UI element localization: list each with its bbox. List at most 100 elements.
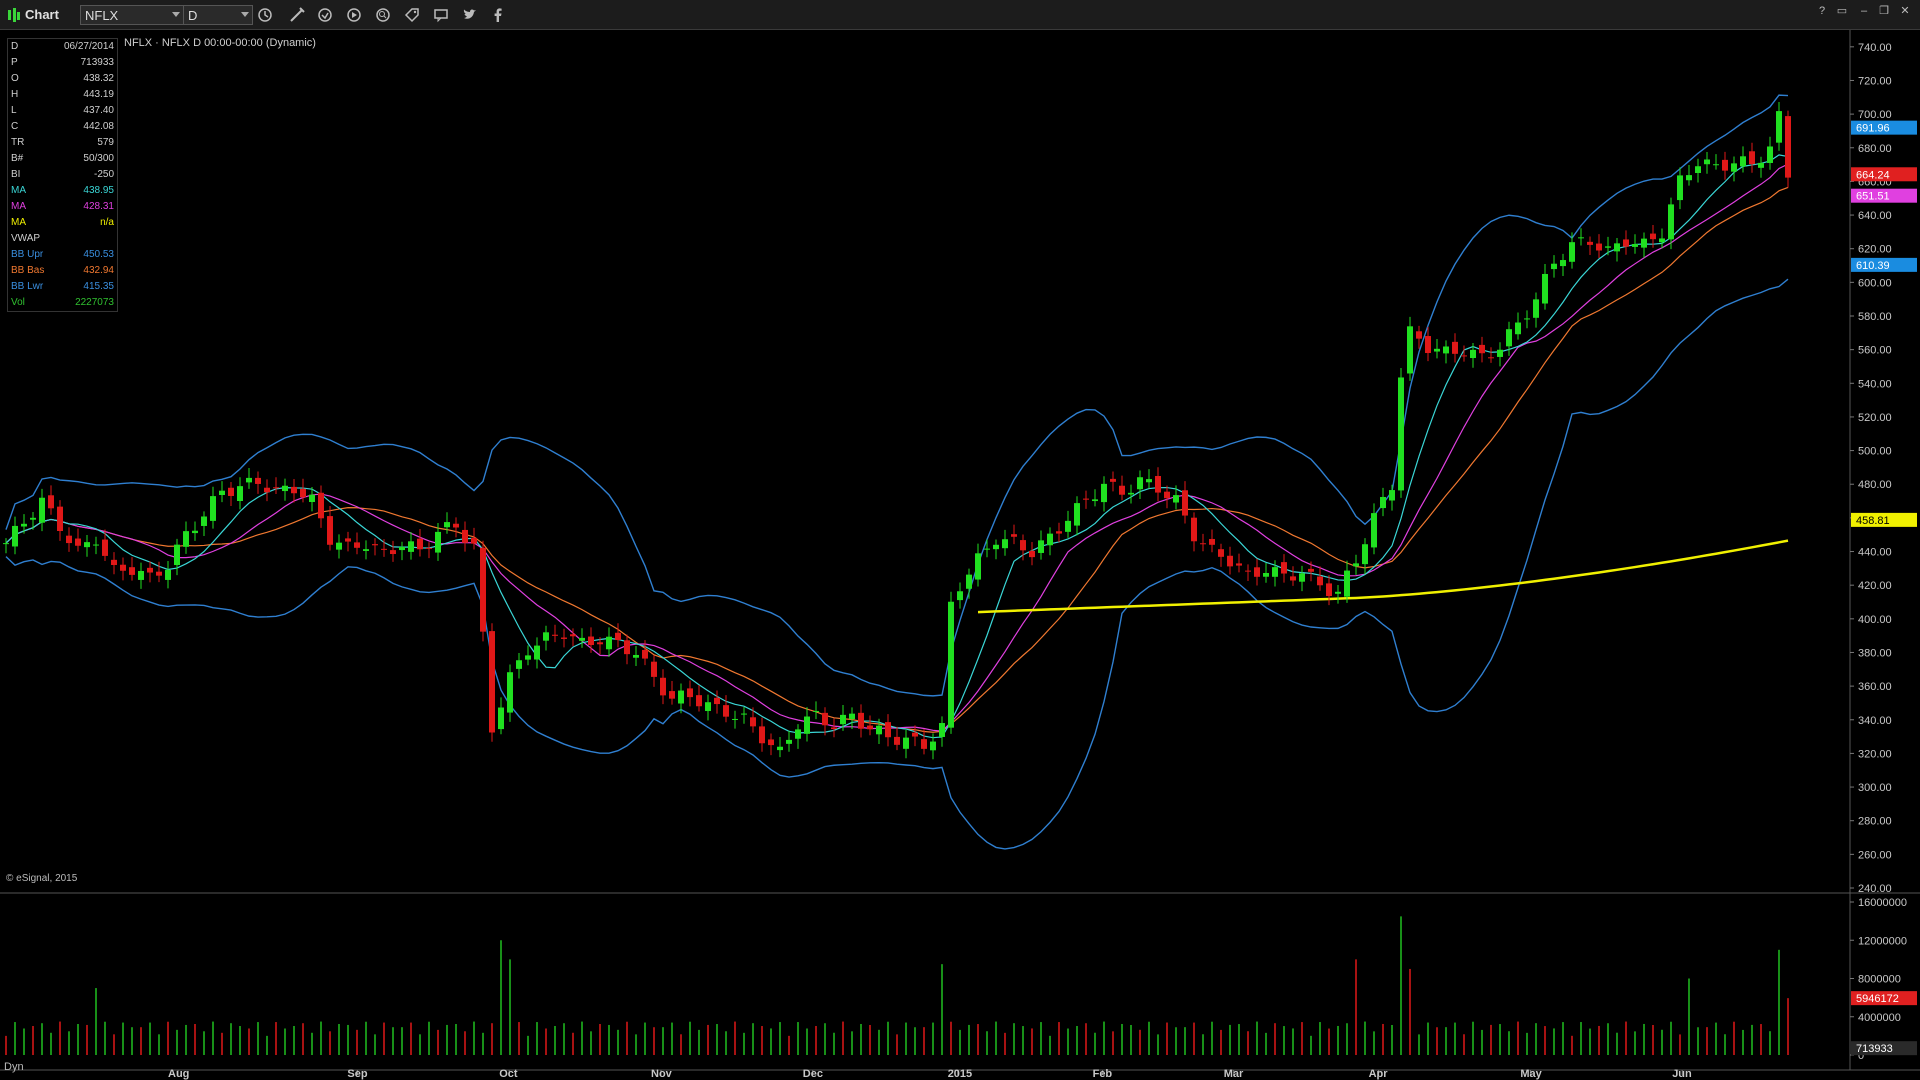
candle-body bbox=[3, 543, 9, 545]
candle-body bbox=[1353, 563, 1359, 567]
info-value: 428.31 bbox=[83, 201, 114, 212]
restore-button[interactable]: ▭ bbox=[1834, 4, 1850, 18]
play-icon[interactable] bbox=[345, 6, 363, 24]
candle-body bbox=[120, 564, 126, 571]
minimize-label: – bbox=[1860, 5, 1868, 17]
info-label: B# bbox=[11, 153, 24, 164]
info-label: BB Bas bbox=[11, 265, 45, 276]
candle-body bbox=[750, 717, 756, 727]
candle-body bbox=[1137, 477, 1143, 490]
price-tick-label: 500.00 bbox=[1858, 446, 1892, 458]
candle-body bbox=[1263, 572, 1269, 577]
candle-body bbox=[84, 542, 90, 548]
time-tick-label: Aug bbox=[168, 1068, 189, 1080]
candle-body bbox=[1074, 503, 1080, 526]
chart-header-label: NFLX · NFLX D 00:00-00:00 (Dynamic) bbox=[124, 37, 316, 49]
candle-body bbox=[408, 541, 414, 552]
candle-body bbox=[399, 546, 405, 551]
candle-body bbox=[759, 726, 765, 744]
candle-body bbox=[1065, 520, 1071, 532]
candle-body bbox=[165, 569, 171, 580]
candle-body bbox=[507, 672, 513, 713]
help-button[interactable]: ? bbox=[1814, 4, 1830, 18]
interval-input[interactable]: D bbox=[183, 5, 253, 25]
candle-body bbox=[1767, 146, 1773, 163]
info-row: MA 428.31 bbox=[8, 199, 117, 215]
info-row: C 442.08 bbox=[8, 119, 117, 135]
info-label: TR bbox=[11, 137, 25, 148]
candle-body bbox=[372, 544, 378, 546]
candle-body bbox=[1047, 533, 1053, 546]
candle-body bbox=[1038, 540, 1044, 553]
info-value: 713933 bbox=[80, 57, 114, 68]
candle-body bbox=[1506, 329, 1512, 347]
price-tick-label: 640.00 bbox=[1858, 210, 1892, 222]
candle-body bbox=[309, 494, 315, 503]
info-value: 437.40 bbox=[83, 105, 114, 116]
candle-body bbox=[1443, 346, 1449, 354]
candle-body bbox=[1344, 570, 1350, 597]
price-tick-label: 240.00 bbox=[1858, 883, 1892, 895]
time-tick-label: Oct bbox=[499, 1068, 518, 1080]
candle-body bbox=[156, 571, 162, 576]
chevron-down-icon[interactable] bbox=[241, 12, 249, 17]
price-tick-label: 680.00 bbox=[1858, 143, 1892, 155]
close-label: ✕ bbox=[1900, 5, 1910, 17]
info-value: n/a bbox=[100, 217, 114, 228]
candle-body bbox=[363, 549, 369, 551]
refresh-icon[interactable] bbox=[316, 6, 334, 24]
candle-body bbox=[1416, 331, 1422, 339]
candle-body bbox=[939, 723, 945, 737]
candle-body bbox=[1578, 237, 1584, 239]
maximize-button[interactable]: ❐ bbox=[1876, 4, 1892, 18]
candle-body bbox=[462, 529, 468, 543]
symbol-input[interactable]: NFLX bbox=[80, 5, 184, 25]
candle-body bbox=[237, 486, 243, 502]
info-label: L bbox=[11, 105, 17, 116]
candle-body bbox=[813, 710, 819, 712]
candle-body bbox=[453, 523, 459, 528]
candle-body bbox=[1785, 116, 1791, 178]
candle-body bbox=[786, 739, 792, 744]
facebook-icon[interactable] bbox=[489, 6, 507, 24]
info-row: Vol 2227073 bbox=[8, 295, 117, 311]
candle-body bbox=[516, 660, 522, 669]
price-tag-label: 458.81 bbox=[1856, 515, 1890, 527]
candle-body bbox=[1524, 318, 1530, 320]
info-row: D 06/27/2014 bbox=[8, 39, 117, 55]
volume-tick-label: 8000000 bbox=[1858, 974, 1901, 986]
tag-icon[interactable] bbox=[403, 6, 421, 24]
candle-body bbox=[849, 713, 855, 720]
candle-body bbox=[102, 539, 108, 556]
symbol-value: NFLX bbox=[85, 8, 119, 23]
draw-line-icon[interactable] bbox=[288, 6, 306, 24]
candle-body bbox=[1371, 513, 1377, 548]
candle-body bbox=[93, 544, 99, 546]
message-icon[interactable] bbox=[432, 6, 450, 24]
chevron-down-icon[interactable] bbox=[172, 12, 180, 17]
candle-body bbox=[570, 634, 576, 637]
info-value: -250 bbox=[93, 169, 114, 180]
dyn-label[interactable]: Dyn bbox=[4, 1061, 24, 1073]
search-icon[interactable] bbox=[374, 6, 392, 24]
interval-value: D bbox=[188, 8, 198, 23]
candle-body bbox=[1731, 163, 1737, 172]
candle-body bbox=[39, 497, 45, 523]
interval-settings-icon[interactable] bbox=[256, 6, 274, 24]
candle-body bbox=[840, 714, 846, 725]
price-chart[interactable]: 240.00 260.00 280.00 300.00 320.00 340.00 360.… bbox=[0, 30, 1920, 1080]
candle-body bbox=[1776, 111, 1782, 143]
candle-body bbox=[534, 645, 540, 660]
twitter-icon[interactable] bbox=[461, 6, 479, 24]
candle-body bbox=[1110, 478, 1116, 482]
price-tick-label: 340.00 bbox=[1858, 715, 1892, 727]
candle-body bbox=[1632, 243, 1638, 247]
close-button[interactable]: ✕ bbox=[1897, 4, 1913, 18]
info-row: BB Upr 450.53 bbox=[8, 247, 117, 263]
window-title: Chart bbox=[25, 7, 59, 22]
minimize-button[interactable]: – bbox=[1856, 4, 1872, 18]
candle-body bbox=[795, 729, 801, 739]
volume-tag-label: 5946172 bbox=[1856, 993, 1899, 1005]
candle-body bbox=[291, 486, 297, 494]
price-tick-label: 700.00 bbox=[1858, 109, 1892, 121]
